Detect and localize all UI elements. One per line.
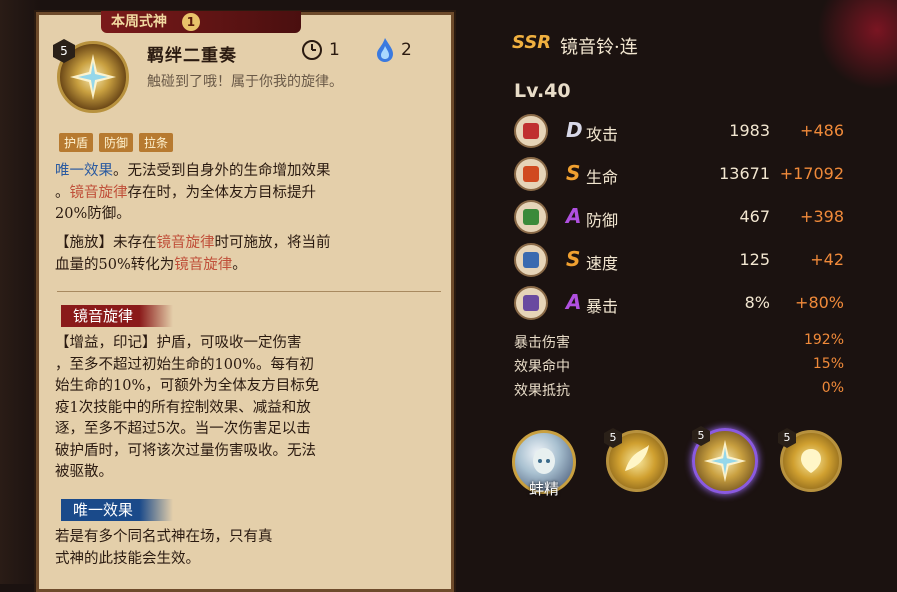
cooldown: 1: [301, 39, 340, 61]
rarity-badge: SSR: [512, 32, 552, 53]
stat-bonus-value: +486: [800, 121, 844, 140]
substat-row: 效果抵抗 0%: [514, 380, 844, 400]
stat-grade: S: [566, 161, 581, 185]
substat-value: 0%: [821, 380, 844, 396]
stat-label: 速度: [586, 254, 619, 273]
text: 。: [232, 256, 247, 273]
text-line: 被驱散。: [55, 464, 113, 480]
unique-effect-ribbon: 唯一效果: [61, 499, 174, 521]
substat-row: 效果命中 15%: [514, 356, 844, 376]
skill-name: 羁绊二重奏: [147, 46, 237, 66]
stat-bonus-value: +398: [800, 207, 844, 226]
character-level: Lv.40: [514, 80, 571, 102]
stat-grade: A: [566, 290, 582, 314]
stat-row: D 攻击 1983 +486: [514, 114, 844, 150]
text: 。: [55, 184, 70, 201]
unique-effect-keyword: 唯一效果: [55, 163, 113, 179]
attack-icon: [514, 114, 548, 148]
stat-row: A 防御 467 +398: [514, 200, 844, 236]
text: 时可施放，将当前: [214, 235, 331, 251]
mirror-melody-ribbon: 镜音旋律: [61, 305, 174, 327]
stat-base-value: 13671: [719, 164, 770, 183]
stat-label: 暴击: [586, 297, 619, 316]
character-name: 镜音铃·连: [560, 37, 638, 58]
substat-row: 暴击伤害 192%: [514, 332, 844, 352]
effect-paragraph-1: 唯一效果。无法受到自身外的生命增加效果 。镜音旋律存在时，为全体友方目标提升 2…: [55, 161, 443, 226]
substat-label: 暴击伤害: [514, 335, 570, 351]
clock-icon: [302, 40, 322, 60]
mirror-melody-keyword: 镜音旋律: [156, 235, 215, 251]
text: 血量的50%转化为: [55, 256, 175, 273]
text-line: 破护盾时，可将该次过量伤害吸收。无法: [55, 442, 316, 459]
stat-bonus-value: +17092: [779, 164, 844, 183]
text-line: ，至多不超过初始生命的100%。每有初: [55, 356, 314, 373]
speed-icon: [514, 243, 548, 277]
text-line: 始生命的10%，可额外为全体友方目标免: [55, 378, 320, 394]
text: 20%防御。: [55, 206, 131, 222]
tag-shield: 护盾: [59, 133, 94, 152]
stat-base-value: 125: [739, 250, 770, 269]
stat-label: 攻击: [586, 125, 619, 144]
tag-defense: 防御: [99, 133, 134, 152]
stat-base-value: 8%: [744, 293, 770, 312]
text: 【施放】未存在: [55, 235, 157, 251]
skill-2-icon: [703, 439, 747, 483]
text: 存在时，为全体友方目标提升: [127, 184, 317, 201]
skill-1-icon: [625, 445, 649, 471]
stat-bonus-value: +42: [810, 250, 844, 269]
mirror-melody-keyword: 镜音旋律: [174, 256, 233, 273]
stat-grade: A: [566, 204, 582, 228]
partner-face-icon: [533, 448, 555, 474]
text-line: 式神的此技能会生效。: [55, 550, 200, 567]
mirror-melody-description: 【增益，印记】护盾，可吸收一定伤害 ，至多不超过初始生命的100%。每有初 始生…: [55, 333, 443, 484]
skill-emblem-icon: [70, 54, 116, 100]
skill-3-icon: [801, 449, 821, 473]
substat-label: 效果命中: [514, 359, 570, 375]
stat-base-value: 1983: [729, 121, 770, 140]
effect-paragraph-2: 【施放】未存在镜音旋律时可施放，将当前 血量的50%转化为镜音旋律。: [55, 233, 443, 276]
skill-quote: 触碰到了哦！属于你我的旋律。: [147, 74, 343, 90]
cooldown-value: 1: [329, 40, 340, 60]
background-glow: [817, 0, 897, 90]
text-line: 【增益，印记】护盾，可吸收一定伤害: [55, 335, 302, 351]
stat-label: 生命: [586, 168, 619, 187]
skill-tags: 护盾 防御 拉条: [59, 133, 174, 152]
crit-icon: [514, 286, 548, 320]
substat-value: 15%: [812, 356, 844, 372]
substat-label: 效果抵抗: [514, 383, 570, 399]
background-edge: [0, 0, 40, 584]
card-tab-number: 1: [181, 13, 200, 31]
ghost-fire-icon: [377, 38, 393, 62]
unique-effect-description: 若是有多个同名式神在场，只有真 式神的此技能会生效。: [55, 527, 443, 570]
card-tab: 本周式神 1: [101, 11, 301, 33]
stat-grade: D: [566, 118, 583, 142]
stat-row: A 暴击 8% +80%: [514, 286, 844, 322]
health-icon: [514, 157, 548, 191]
fire-cost-value: 2: [401, 40, 412, 60]
stat-row: S 生命 13671 +17092: [514, 157, 844, 193]
divider: [57, 291, 441, 292]
text-line: 逐，至多不超过5次。当一次伤害足以击: [55, 421, 311, 437]
partner-label: 蚌精: [528, 480, 559, 498]
mirror-melody-keyword: 镜音旋律: [69, 184, 128, 201]
skill-detail-card: 本周式神 1 5 羁绊二重奏 触碰到了哦！属于你我的旋律。 1 2 护盾 防御 …: [36, 11, 454, 592]
fire-cost: 2: [375, 37, 412, 63]
substat-value: 192%: [803, 332, 844, 348]
text: 。无法受到自身外的生命增加效果: [113, 163, 331, 179]
stat-grade: S: [566, 247, 581, 271]
tag-pull: 拉条: [139, 133, 174, 152]
stat-bonus-value: +80%: [795, 293, 844, 312]
stat-base-value: 467: [739, 207, 770, 226]
text-line: 若是有多个同名式神在场，只有真: [55, 529, 273, 545]
stat-label: 防御: [586, 211, 619, 230]
text-line: 疫1次技能中的所有控制效果、减益和放: [55, 399, 311, 416]
defense-icon: [514, 200, 548, 234]
stat-row: S 速度 125 +42: [514, 243, 844, 279]
card-tab-label: 本周式神: [111, 14, 167, 30]
